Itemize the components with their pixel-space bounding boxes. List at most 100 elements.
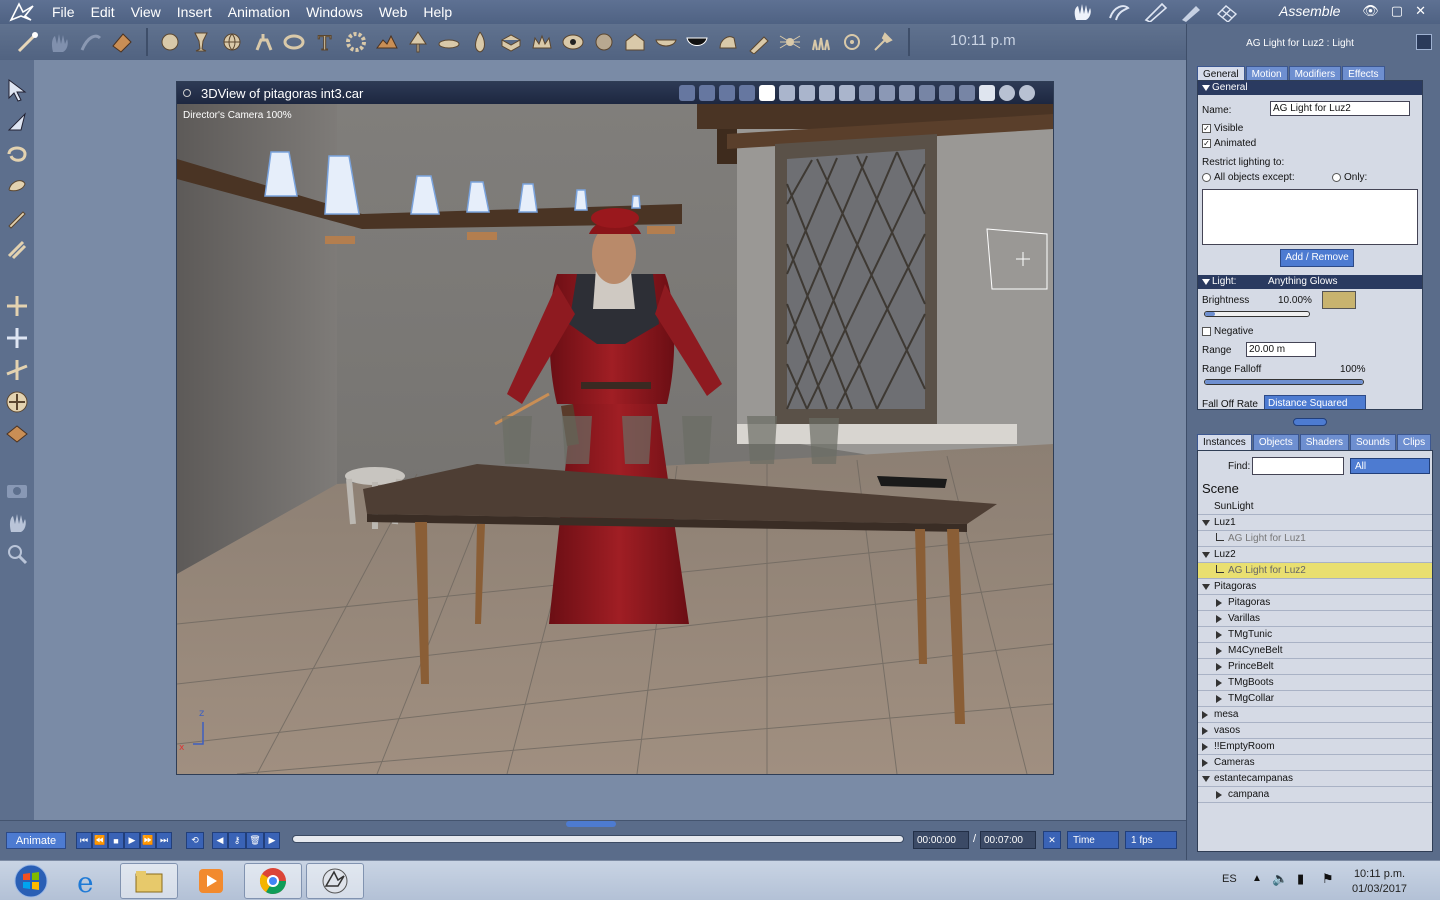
fps-dropdown[interactable]: 1 fps	[1125, 831, 1177, 849]
object-list-box[interactable]	[1202, 189, 1418, 245]
figure-icon[interactable]	[249, 28, 277, 56]
menu-insert[interactable]: Insert	[169, 4, 220, 20]
file-explorer-icon[interactable]	[120, 863, 178, 899]
wand-tool-icon[interactable]	[14, 28, 42, 56]
people-view-icon[interactable]	[719, 85, 735, 101]
light-section-header[interactable]: Light: Anything Glows	[1198, 275, 1422, 289]
link-icon[interactable]	[5, 238, 29, 262]
name-field[interactable]: AG Light for Luz2	[1270, 101, 1410, 116]
tree-item[interactable]: Luz1	[1198, 515, 1432, 531]
flame-icon[interactable]	[466, 28, 494, 56]
animated-check-icon[interactable]: ✓	[1202, 138, 1211, 148]
brightness-slider[interactable]	[1204, 311, 1310, 317]
tree-item[interactable]: AG Light for Luz2	[1198, 563, 1432, 579]
language-indicator[interactable]: ES	[1222, 873, 1237, 885]
tree-item[interactable]: TMgTunic	[1198, 627, 1432, 643]
brightness-color-swatch[interactable]	[1322, 291, 1356, 309]
sphere-icon[interactable]	[156, 28, 184, 56]
play-icon[interactable]: ▶	[124, 832, 140, 849]
tray-expand-icon[interactable]: ▲	[1252, 873, 1262, 884]
knife-icon[interactable]	[5, 206, 29, 230]
pen-mode-icon[interactable]	[1142, 2, 1168, 23]
eraser-tool-icon[interactable]	[107, 28, 135, 56]
pen-view-icon[interactable]	[679, 85, 695, 101]
smooth-shade-icon[interactable]	[999, 85, 1015, 101]
rewind-icon[interactable]: ⏪	[92, 832, 108, 849]
target-icon[interactable]	[838, 28, 866, 56]
filter-dropdown[interactable]: All	[1350, 458, 1430, 474]
panel-divider-handle[interactable]	[1293, 418, 1327, 426]
time-mode-dropdown[interactable]: Time	[1067, 831, 1119, 849]
loop-icon[interactable]: ⟲	[186, 832, 204, 849]
menu-file[interactable]: File	[44, 4, 83, 20]
box-icon[interactable]	[497, 28, 525, 56]
media-player-icon[interactable]	[182, 863, 240, 899]
tree-item[interactable]: TMgCollar	[1198, 691, 1432, 707]
text-icon[interactable]: T	[311, 28, 339, 56]
app-logo-icon[interactable]	[0, 0, 44, 24]
tree-item[interactable]: PrinceBelt	[1198, 659, 1432, 675]
shield-alt-icon[interactable]	[879, 85, 895, 101]
ground-icon[interactable]	[5, 422, 29, 446]
negative-checkbox[interactable]: Negative	[1202, 326, 1253, 337]
tree-item[interactable]: SunLight	[1198, 499, 1432, 515]
tree-item[interactable]: M4CyneBelt	[1198, 643, 1432, 659]
menu-view[interactable]: View	[123, 4, 169, 20]
bone-tool-icon[interactable]	[76, 28, 104, 56]
panel-collapse-icon[interactable]	[1416, 34, 1432, 50]
brush-icon[interactable]	[745, 28, 773, 56]
network-icon[interactable]: ▮	[1297, 871, 1304, 887]
custom-view-icon[interactable]	[839, 85, 855, 101]
menu-edit[interactable]: Edit	[83, 4, 123, 20]
go-to-start-icon[interactable]: ⏮	[76, 832, 92, 849]
tray-clock[interactable]: 10:11 p.m. 01/03/2017	[1352, 867, 1407, 897]
quad-view-icon[interactable]	[819, 85, 835, 101]
tree-item[interactable]: vasos	[1198, 723, 1432, 739]
bars-view-icon[interactable]	[699, 85, 715, 101]
volume-icon[interactable]: 🔈	[1272, 871, 1288, 887]
flat-shade-icon[interactable]	[979, 85, 995, 101]
window-menu-icon[interactable]	[183, 89, 191, 97]
menu-windows[interactable]: Windows	[298, 4, 371, 20]
camera-icon[interactable]	[5, 478, 29, 502]
tree-item[interactable]: Pitagoras	[1198, 579, 1432, 595]
terrain-icon[interactable]	[373, 28, 401, 56]
shield-icon[interactable]	[859, 85, 875, 101]
menu-help[interactable]: Help	[415, 4, 460, 20]
go-to-end-icon[interactable]: ⏭	[156, 832, 172, 849]
sculpt-mode-icon[interactable]	[1106, 2, 1132, 22]
texture-shade-icon[interactable]	[1019, 85, 1035, 101]
find-input[interactable]	[1252, 457, 1344, 475]
clay-icon[interactable]	[590, 28, 618, 56]
animated-checkbox[interactable]: ✓ Animated	[1202, 138, 1256, 149]
stop-icon[interactable]: ■	[108, 832, 124, 849]
tree-item[interactable]: Varillas	[1198, 611, 1432, 627]
plate-icon[interactable]	[435, 28, 463, 56]
tree-item[interactable]: Pitagoras	[1198, 595, 1432, 611]
select-arrow-icon[interactable]	[5, 78, 29, 102]
tab-shaders[interactable]: Shaders	[1299, 434, 1349, 451]
maximize-icon[interactable]: ▢	[1391, 3, 1403, 19]
fast-forward-icon[interactable]: ⏩	[140, 832, 156, 849]
carrara-app-icon[interactable]	[306, 863, 364, 899]
tab-objects[interactable]: Objects	[1252, 434, 1299, 451]
tab-sounds[interactable]: Sounds	[1349, 434, 1396, 451]
prev-key-icon[interactable]: ◀	[212, 832, 228, 849]
move-z-icon[interactable]	[5, 358, 29, 382]
shield-outline-icon[interactable]	[899, 85, 915, 101]
close-icon[interactable]: ✕	[1415, 3, 1426, 19]
range-falloff-slider[interactable]	[1204, 379, 1364, 385]
crowd-icon[interactable]	[807, 28, 835, 56]
menu-animation[interactable]: Animation	[220, 4, 298, 20]
chrome-icon[interactable]	[244, 863, 302, 899]
house-icon[interactable]	[621, 28, 649, 56]
tree-item[interactable]: campana	[1198, 787, 1432, 803]
tree-item[interactable]: TMgBoots	[1198, 675, 1432, 691]
split-view-icon[interactable]	[779, 85, 795, 101]
single-view-icon[interactable]	[759, 85, 775, 101]
grid-mode-icon[interactable]	[1214, 2, 1240, 23]
ring-icon[interactable]	[280, 28, 308, 56]
next-key-icon[interactable]: ▶	[264, 832, 280, 849]
eye-icon[interactable]: 👁	[1362, 3, 1379, 19]
tab-instances[interactable]: Instances	[1197, 434, 1252, 451]
